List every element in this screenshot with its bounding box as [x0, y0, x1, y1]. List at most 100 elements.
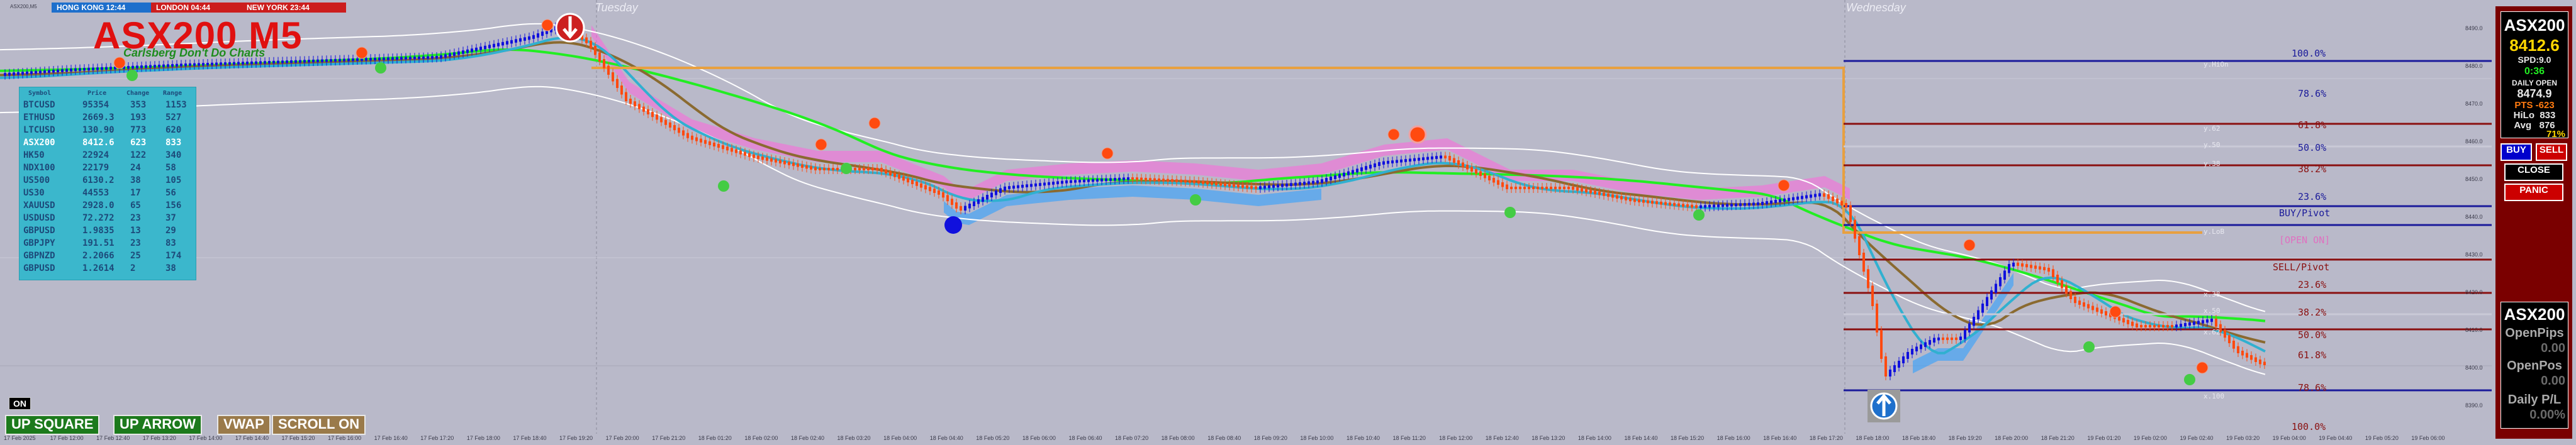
vwap-button[interactable]: VWAP: [217, 415, 271, 435]
up-square-button[interactable]: UP SQUARE: [5, 415, 100, 435]
fib-level-label: BUY/Pivot: [2279, 207, 2331, 219]
candle-body: [127, 66, 130, 69]
candle-body: [2069, 291, 2072, 299]
candle-body: [1673, 202, 1676, 206]
candle-body: [453, 52, 456, 56]
candle-body: [1312, 180, 1314, 184]
watchlist-cell-symbol: NDX100: [23, 163, 55, 173]
candle-body: [761, 157, 764, 160]
watchlist-row[interactable]: GBPUSD 1.9835 13 29: [20, 226, 196, 236]
watchlist-cell-price: 95354: [82, 100, 109, 110]
fib-level-label: [OPEN ON]: [2279, 234, 2331, 246]
candle-body: [1440, 155, 1442, 159]
sell-signal-dot: [1778, 179, 1790, 192]
candle-body: [1145, 177, 1147, 181]
candle-body: [1554, 187, 1557, 189]
watchlist-row[interactable]: LTCUSD 130.90 773 620: [20, 125, 196, 135]
watchlist-cell-symbol: LTCUSD: [23, 125, 55, 135]
panic-button[interactable]: PANIC: [2504, 184, 2563, 201]
candle-body: [1951, 338, 1953, 340]
watchlist-row[interactable]: GBPJPY 191.51 23 83: [20, 238, 196, 248]
on-toggle-button[interactable]: ON: [9, 397, 31, 410]
candle-body: [65, 69, 68, 72]
watchlist-row[interactable]: GBPNZD 2.2066 25 174: [20, 251, 196, 261]
candle-body: [1052, 182, 1055, 185]
sell-signal-dot: [2109, 305, 2122, 318]
candle-body: [2065, 285, 2068, 294]
candle-body: [2096, 307, 2098, 312]
watchlist-row[interactable]: BTCUSD 95354 353 1153: [20, 100, 196, 110]
candle-body: [154, 65, 156, 68]
candle-body: [2162, 325, 2164, 327]
candle-body: [942, 192, 944, 198]
candle-body: [2228, 335, 2231, 343]
candle-body: [206, 62, 209, 66]
watchlist-cell-range: 58: [165, 163, 176, 173]
candle-body: [449, 53, 451, 57]
candle-body: [2259, 360, 2261, 365]
candle-body: [365, 58, 367, 61]
price-chart[interactable]: [0, 0, 2576, 445]
fib-level-label: 100.0%: [2292, 421, 2326, 432]
watchlist-cell-symbol: GBPUSD: [23, 263, 55, 273]
candle-body: [2237, 346, 2239, 353]
time-axis-label: 18 Feb 18:40: [1901, 435, 1936, 441]
candle-body: [1492, 178, 1495, 183]
candle-body: [501, 41, 504, 46]
watchlist-row[interactable]: US30 44553 17 56: [20, 188, 196, 198]
candle-body: [1171, 179, 1173, 182]
candle-body: [171, 63, 174, 67]
watchlist-row[interactable]: ETHUSD 2669.3 193 527: [20, 113, 196, 123]
fib-level-label: 78.6%: [2298, 88, 2327, 99]
price-scale-label: 8400.0: [2465, 365, 2483, 371]
candle-body: [1981, 304, 1984, 313]
candle-body: [1497, 180, 1499, 185]
candle-body: [642, 106, 645, 112]
watchlist-row[interactable]: HK50 22924 122 340: [20, 150, 196, 160]
candle-body: [946, 195, 949, 202]
close-button[interactable]: CLOSE: [2504, 163, 2563, 181]
candle-body: [1695, 205, 1698, 208]
candle-body: [916, 182, 918, 186]
candle-body: [1347, 171, 1350, 175]
scroll-on-button[interactable]: SCROLL ON: [272, 415, 366, 435]
candle-body: [1589, 190, 1592, 194]
candle-body: [471, 48, 473, 52]
watchlist-row[interactable]: NDX100 22179 24 58: [20, 163, 196, 173]
up-arrow-button[interactable]: UP ARROW: [113, 415, 202, 435]
candle-body: [1515, 187, 1517, 189]
candle-body: [2017, 262, 2019, 266]
sell-signal-dot: [815, 138, 827, 151]
candle-body: [1162, 179, 1165, 182]
candle-body: [1832, 196, 1834, 201]
candle-body: [1065, 180, 1068, 184]
candle-body: [541, 31, 544, 36]
candle-body: [1792, 197, 1795, 201]
candle-body: [268, 61, 271, 64]
watchlist-row[interactable]: USDUSD 72.272 23 37: [20, 213, 196, 223]
time-axis-label: 19 Feb 05:20: [2365, 435, 2399, 441]
watchlist-row[interactable]: GBPUSD 1.2614 2 38: [20, 263, 196, 273]
candle-body: [2193, 321, 2195, 325]
range-percent: 71%: [2546, 129, 2565, 140]
candle-body: [409, 57, 412, 60]
candle-body: [735, 149, 737, 153]
watchlist-row[interactable]: XAUUSD 2928.0 65 156: [20, 201, 196, 211]
fib-level-label: 50.0%: [2298, 329, 2327, 341]
watchlist-row[interactable]: ASX200 8412.6 623 833: [20, 138, 196, 148]
sell-button[interactable]: SELL: [2536, 143, 2567, 161]
candle-body: [1048, 182, 1050, 185]
candle-body: [2025, 264, 2028, 268]
candle-body: [479, 47, 482, 50]
candle-body: [1184, 180, 1187, 183]
time-axis-label: 18 Feb 01:20: [698, 435, 732, 441]
watchlist-cell-price: 1.2614: [82, 263, 115, 273]
candle-body: [1704, 205, 1706, 208]
sell-signal-dot: [541, 19, 554, 31]
buy-button[interactable]: BUY: [2500, 143, 2532, 161]
time-axis-label: 17 Feb 21:20: [652, 435, 686, 441]
time-axis-label: 18 Feb 12:40: [1485, 435, 1519, 441]
candle-body: [308, 60, 310, 63]
quote-price: 8412.6: [2509, 36, 2560, 55]
watchlist-row[interactable]: US500 6130.2 38 105: [20, 175, 196, 185]
